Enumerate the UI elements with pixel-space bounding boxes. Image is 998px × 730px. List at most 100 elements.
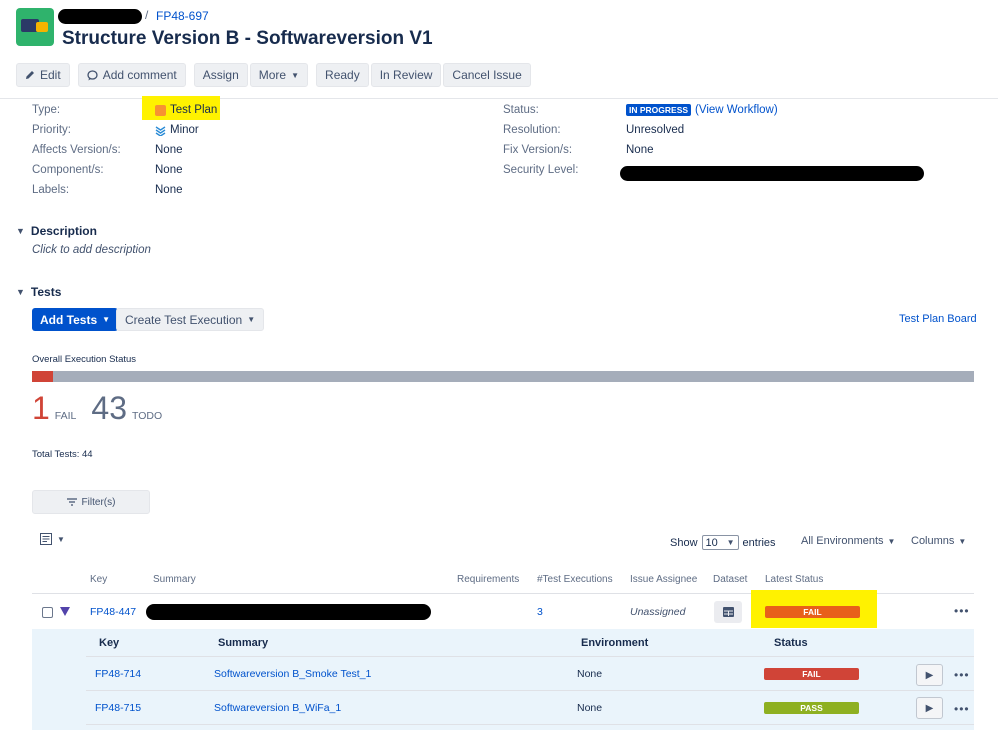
execution-progress-bar	[32, 371, 974, 382]
overall-execution-label: Overall Execution Status	[32, 354, 136, 365]
component-label: Component/s:	[32, 164, 104, 176]
columns-dropdown[interactable]: Columns ▼	[911, 535, 966, 547]
priority-value: Minor	[155, 124, 199, 136]
chevron-down-icon: ▼	[888, 537, 896, 546]
sub-row-divider	[86, 690, 974, 691]
sub-col-status: Status	[774, 637, 808, 649]
col-header-dataset[interactable]: Dataset	[713, 574, 747, 585]
show-label: Show	[670, 537, 698, 549]
sub-row-1-environment: None	[577, 668, 602, 680]
fix-version-value: None	[626, 144, 654, 156]
status-label: Status:	[503, 104, 539, 116]
filters-button[interactable]: Filter(s)	[32, 490, 150, 514]
edit-button[interactable]: Edit	[16, 63, 70, 87]
dataset-button[interactable]	[714, 601, 742, 623]
component-value: None	[155, 164, 183, 176]
col-header-key[interactable]: Key	[90, 574, 107, 585]
status-lozenge: IN PROGRESS	[626, 104, 691, 116]
more-label: More	[259, 68, 286, 82]
test-plan-board-link[interactable]: Test Plan Board	[899, 313, 977, 325]
affects-version-value: None	[155, 144, 183, 156]
resolution-value: Unresolved	[626, 124, 684, 136]
add-comment-button[interactable]: Add comment	[78, 63, 186, 87]
ready-button[interactable]: Ready	[316, 63, 369, 87]
test-plan-icon	[155, 105, 166, 116]
page-title: Structure Version B - Softwareversion V1	[62, 28, 433, 50]
in-review-label: In Review	[380, 68, 433, 82]
sub-row-1-key[interactable]: FP48-714	[95, 668, 141, 680]
edit-button-label: Edit	[40, 68, 61, 82]
fix-version-label: Fix Version/s:	[503, 144, 572, 156]
col-header-latest-status[interactable]: Latest Status	[765, 574, 823, 585]
sub-col-environment: Environment	[581, 637, 648, 649]
create-test-execution-button[interactable]: Create Test Execution ▼	[116, 308, 264, 331]
sub-row-2-key[interactable]: FP48-715	[95, 702, 141, 714]
cancel-issue-label: Cancel Issue	[452, 68, 521, 82]
sub-row-2-actions-menu[interactable]: •••	[954, 702, 970, 716]
play-icon: ▶	[926, 670, 934, 681]
filters-label: Filter(s)	[82, 497, 116, 508]
row-executions-link[interactable]: 3	[537, 606, 543, 618]
type-value-text: Test Plan	[170, 104, 217, 116]
add-tests-button[interactable]: Add Tests ▼	[32, 308, 118, 331]
sub-row-2-execute-button[interactable]: ▶	[916, 697, 943, 719]
play-icon: ▶	[926, 703, 934, 714]
entries-control: Show 10 ▼ entries	[670, 535, 776, 550]
assign-label: Assign	[203, 68, 239, 82]
type-value: Test Plan	[155, 104, 217, 116]
in-review-button[interactable]: In Review	[371, 63, 442, 87]
chevron-down-icon: ▼	[958, 537, 966, 546]
sub-row-1-execute-button[interactable]: ▶	[916, 664, 943, 686]
dataset-table-icon	[723, 607, 734, 617]
column-view-toggle[interactable]: ▼	[40, 533, 65, 545]
labels-label: Labels:	[32, 184, 69, 196]
col-header-test-executions[interactable]: #Test Executions	[537, 574, 613, 585]
add-comment-label: Add comment	[103, 68, 177, 82]
col-header-requirements[interactable]: Requirements	[457, 574, 519, 585]
resolution-label: Resolution:	[503, 124, 561, 136]
cancel-issue-button[interactable]: Cancel Issue	[443, 63, 530, 87]
col-header-summary[interactable]: Summary	[153, 574, 196, 585]
chevron-down-icon: ▼	[16, 226, 25, 236]
description-heading: Description	[31, 224, 97, 238]
environments-dropdown[interactable]: All Environments ▼	[801, 535, 895, 547]
sub-header-divider	[86, 656, 974, 657]
pencil-icon	[25, 70, 35, 80]
affects-version-label: Affects Version/s:	[32, 144, 121, 156]
row-checkbox[interactable]	[42, 607, 53, 618]
expand-row-icon[interactable]	[60, 607, 70, 616]
sub-row-1-actions-menu[interactable]: •••	[954, 668, 970, 682]
security-level-label: Security Level:	[503, 164, 578, 176]
col-header-assignee[interactable]: Issue Assignee	[630, 574, 697, 585]
workflow-group-2: Ready In Review Cancel Issue	[316, 63, 531, 87]
sub-col-key: Key	[99, 637, 119, 649]
filter-icon	[67, 498, 77, 506]
chevron-down-icon: ▼	[291, 71, 299, 80]
breadcrumb-issue-key[interactable]: FP48-697	[156, 9, 209, 23]
sub-row-1-status: FAIL	[764, 668, 859, 680]
entries-select[interactable]: 10 ▼	[702, 535, 739, 550]
type-label: Type:	[32, 104, 60, 116]
row-actions-menu[interactable]: •••	[954, 604, 970, 618]
sub-row-1-summary[interactable]: Softwareversion B_Smoke Test_1	[214, 668, 371, 680]
project-avatar[interactable]	[16, 8, 54, 46]
sub-row-end-divider	[86, 724, 974, 725]
tests-toggle[interactable]: ▼ Tests	[16, 285, 61, 299]
assign-button[interactable]: Assign	[194, 63, 248, 87]
total-tests: Total Tests: 44	[32, 449, 93, 460]
entries-select-value: 10	[706, 537, 718, 549]
sub-col-summary: Summary	[218, 637, 268, 649]
list-view-icon	[40, 533, 53, 545]
add-tests-label: Add Tests	[40, 313, 97, 327]
todo-count: 43	[91, 390, 127, 427]
more-button[interactable]: More ▼	[250, 63, 308, 87]
row-key-link[interactable]: FP48-447	[90, 606, 136, 618]
comment-icon	[87, 70, 98, 81]
view-workflow-link[interactable]: (View Workflow)	[695, 104, 778, 116]
description-placeholder[interactable]: Click to add description	[32, 244, 151, 256]
chevron-down-icon: ▼	[247, 315, 255, 324]
description-toggle[interactable]: ▼ Description	[16, 224, 97, 238]
environments-label: All Environments	[801, 535, 884, 547]
create-test-execution-label: Create Test Execution	[125, 313, 242, 327]
sub-row-2-summary[interactable]: Softwareversion B_WiFa_1	[214, 702, 341, 714]
